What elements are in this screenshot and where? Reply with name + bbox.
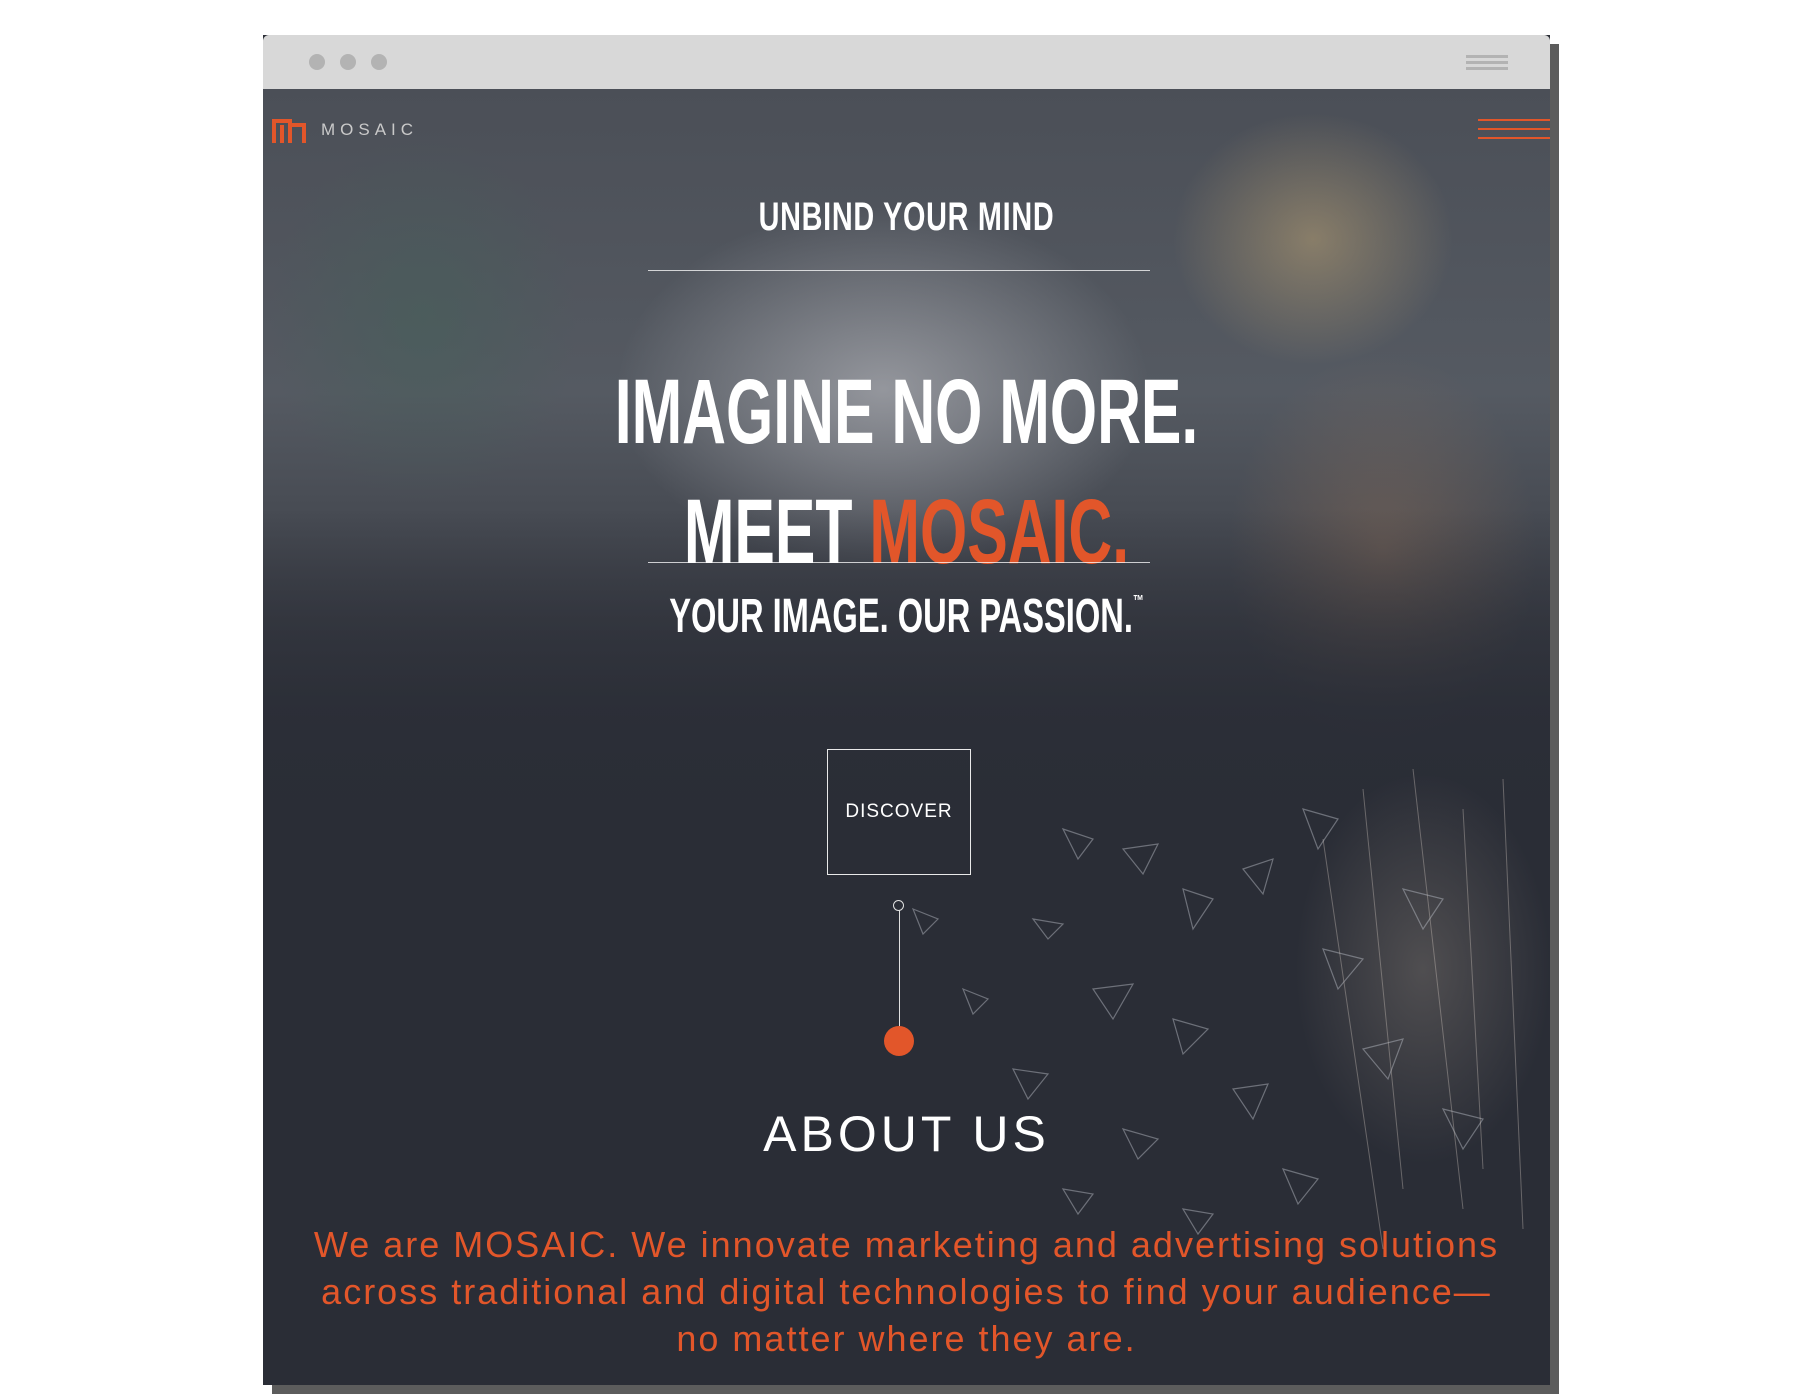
headline-meet: MEET bbox=[683, 481, 870, 583]
about-title: ABOUT US bbox=[763, 1106, 1050, 1162]
minimize-dot[interactable] bbox=[340, 54, 356, 70]
maximize-dot[interactable] bbox=[371, 54, 387, 70]
connector-start-node bbox=[893, 900, 904, 911]
trademark-symbol: ™ bbox=[1132, 593, 1144, 610]
logo-text: MOSAIC bbox=[321, 120, 419, 139]
bottom-divider bbox=[648, 562, 1150, 563]
hero-tagline: UNBIND YOUR MIND bbox=[758, 195, 1055, 239]
hero-subline: YOUR IMAGE. OUR PASSION.™ bbox=[469, 589, 1344, 644]
mosaic-m-icon bbox=[272, 119, 306, 143]
headline-line-1: IMAGINE NO MORE. bbox=[614, 361, 1199, 463]
headline-mosaic: MOSAIC. bbox=[869, 481, 1130, 583]
page-viewport: MOSAIC UNBIND YOUR MIND IMAGINE NO MORE.… bbox=[263, 89, 1550, 1385]
nav-hamburger-icon[interactable] bbox=[1478, 119, 1550, 141]
scroll-connector-line bbox=[899, 907, 900, 1035]
about-body: We are MOSAIC. We innovate marketing and… bbox=[313, 1224, 1500, 1359]
close-dot[interactable] bbox=[309, 54, 325, 70]
top-divider bbox=[648, 270, 1150, 271]
headline-line-2: MEET MOSAIC. bbox=[482, 486, 1331, 578]
subline-text: YOUR IMAGE. OUR PASSION. bbox=[669, 590, 1133, 643]
scroll-indicator-dot[interactable] bbox=[884, 1026, 914, 1056]
browser-window: MOSAIC UNBIND YOUR MIND IMAGINE NO MORE.… bbox=[263, 35, 1550, 1385]
browser-menu-icon[interactable] bbox=[1466, 53, 1508, 73]
mosaic-logo[interactable]: MOSAIC bbox=[271, 115, 418, 145]
browser-titlebar bbox=[263, 35, 1550, 89]
discover-button[interactable]: DISCOVER bbox=[827, 749, 971, 875]
